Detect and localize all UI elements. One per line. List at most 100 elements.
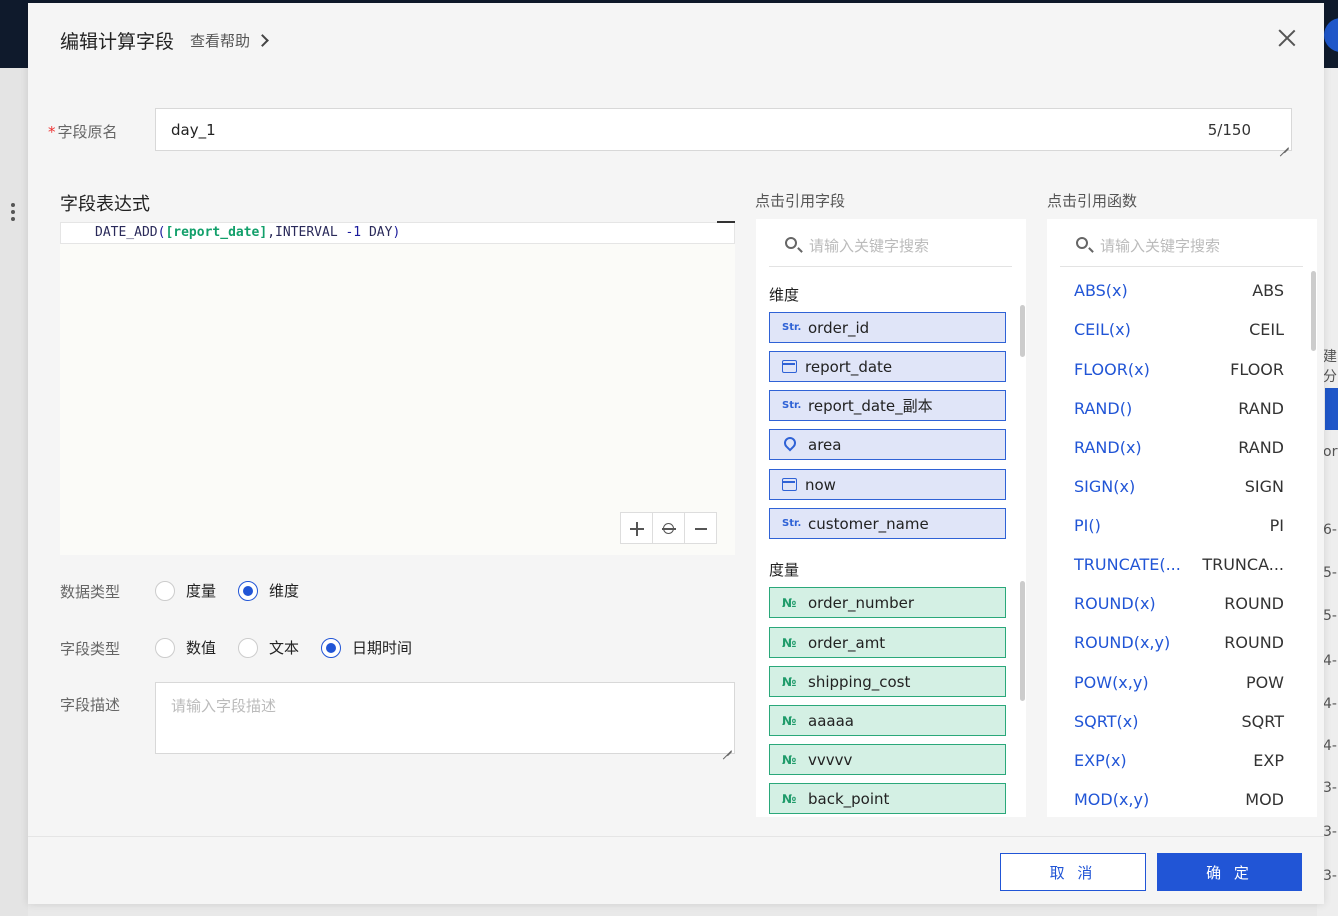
string-type-icon: Str. [782,518,802,529]
chevron-right-icon [256,34,269,47]
field-item-order_id[interactable]: Str. order_id [769,312,1006,343]
fields-panel: 请输入关键字搜索 维度 Str. order_id report_date Str… [756,219,1026,817]
function-item-sqrt[interactable]: SQRT(x) SQRT [1074,708,1284,734]
close-icon[interactable] [1278,29,1296,47]
function-item-floor[interactable]: FLOOR(x) FLOOR [1074,356,1284,382]
number-type-icon: № [782,635,797,650]
functions-panel: 请输入关键字搜索 ABS(x) ABS CEIL(x) CEIL FLOOR(x) F… [1047,219,1317,817]
field-name-value: day_1 [171,121,216,139]
resize-handle-icon[interactable] [722,741,732,751]
bg-text: 4- [1323,696,1337,712]
bg-text: 4- [1323,653,1337,669]
field-item-name: shipping_cost [808,672,911,691]
function-item-round[interactable]: ROUND(x) ROUND [1074,590,1284,616]
function-item-abs[interactable]: ABS(x) ABS [1074,277,1284,303]
function-name: ROUND [1224,632,1284,652]
field-name-input[interactable]: day_1 5/150 [155,108,1292,151]
bg-text: 6- [1323,522,1337,538]
cancel-button[interactable]: 取 消 [1000,853,1146,891]
function-item-sign[interactable]: SIGN(x) SIGN [1074,473,1284,499]
calendar-icon [782,478,797,491]
fields-panel-title: 点击引用字段 [755,192,846,210]
measure-scrollbar[interactable] [1020,581,1025,701]
function-signature: RAND() [1074,398,1133,418]
field-item-report_date_copy[interactable]: Str. report_date_副本 [769,390,1006,421]
measure-group-title: 度量 [769,561,800,579]
code-bracket: ) [392,225,401,240]
radio-datetime[interactable]: 日期时间 [321,637,412,658]
field-item-order_number[interactable]: № order_number [769,587,1006,618]
field-item-aaaaa[interactable]: № aaaaa [769,705,1006,736]
function-item-ceil[interactable]: CEIL(x) CEIL [1074,316,1284,342]
radio-circle [238,637,259,658]
radio-label: 日期时间 [352,639,413,657]
radio-dimension[interactable]: 维度 [238,580,299,601]
function-signature: ROUND(x,y) [1074,632,1171,652]
function-item-pi[interactable]: PI() PI [1074,512,1284,538]
locate-icon[interactable] [653,513,685,543]
field-item-vvvvv[interactable]: № vvvvv [769,744,1006,775]
field-name-label-text: 字段原名 [57,123,118,141]
radio-circle [321,637,342,658]
edit-calculated-field-dialog: 编辑计算字段 查看帮助 * 字段原名 day_1 5/150 字段表达式 DATE… [28,3,1324,904]
resize-handle-icon[interactable] [1279,138,1289,148]
function-scrollbar[interactable] [1311,271,1316,351]
location-icon [781,434,799,452]
field-item-customer_name[interactable]: Str. customer_name [769,508,1006,539]
field-item-area[interactable]: area [769,429,1006,460]
bg-text: 4- [1323,738,1337,754]
radio-circle [155,580,175,601]
field-item-name: back_point [808,789,890,808]
bg-text: 5- [1323,608,1337,624]
bg-text: 3- [1323,824,1337,840]
bg-text: 5- [1323,565,1337,581]
field-item-name: aaaaa [808,711,854,730]
function-item-exp[interactable]: EXP(x) EXP [1074,747,1284,773]
radio-measure[interactable]: 度量 [155,580,216,601]
function-signature: POW(x,y) [1074,672,1149,692]
field-item-now[interactable]: now [769,469,1006,500]
function-item-mod[interactable]: MOD(x,y) MOD [1074,786,1284,812]
more-icon[interactable] [11,203,15,224]
function-item-pow[interactable]: POW(x,y) POW [1074,669,1284,695]
function-signature: CEIL(x) [1074,319,1131,339]
code-field: [report_date] [165,225,268,240]
field-item-name: order_number [808,593,915,612]
function-name: POW [1245,672,1284,692]
field-search-input[interactable]: 请输入关键字搜索 [769,219,1012,267]
calendar-icon [782,360,797,373]
radio-text[interactable]: 文本 [238,637,299,658]
field-item-name: order_id [808,318,870,337]
function-item-truncate[interactable]: TRUNCATE(... TRUNCA... [1074,551,1284,577]
code-number: -1 [345,225,362,240]
confirm-button[interactable]: 确 定 [1157,853,1302,891]
expression-editor[interactable]: DATE_ADD([report_date],INTERVAL -1 DAY) [60,221,735,555]
bg-text: 建分 [1323,349,1337,385]
field-item-name: report_date_副本 [808,397,933,415]
char-counter: 5/150 [1207,121,1251,139]
function-name: FLOOR [1230,359,1284,379]
search-icon [1076,237,1088,249]
dimension-scrollbar[interactable] [1020,305,1025,357]
function-item-round-xy[interactable]: ROUND(x,y) ROUND [1074,629,1284,655]
zoom-in-icon[interactable] [621,513,653,543]
help-link-label: 查看帮助 [190,32,251,50]
functions-panel-title: 点击引用函数 [1047,192,1138,210]
number-type-icon: № [782,752,797,767]
description-textarea[interactable]: 请输入字段描述 [155,682,735,754]
zoom-out-icon[interactable] [685,513,716,543]
field-item-order_amt[interactable]: № order_amt [769,627,1006,658]
function-item-rand-x[interactable]: RAND(x) RAND [1074,434,1284,460]
field-item-shipping_cost[interactable]: № shipping_cost [769,666,1006,697]
function-item-rand[interactable]: RAND() RAND [1074,395,1284,421]
function-signature: FLOOR(x) [1074,359,1150,379]
function-search-input[interactable]: 请输入关键字搜索 [1060,219,1303,267]
radio-circle [155,637,175,658]
dialog-title: 编辑计算字段 [60,31,175,53]
field-item-report_date[interactable]: report_date [769,351,1006,382]
radio-numeric[interactable]: 数值 [155,637,216,658]
function-name: ABS [1252,280,1284,300]
help-link[interactable]: 查看帮助 [190,30,269,51]
field-item-back_point[interactable]: № back_point [769,783,1006,814]
radio-label: 文本 [269,639,300,657]
